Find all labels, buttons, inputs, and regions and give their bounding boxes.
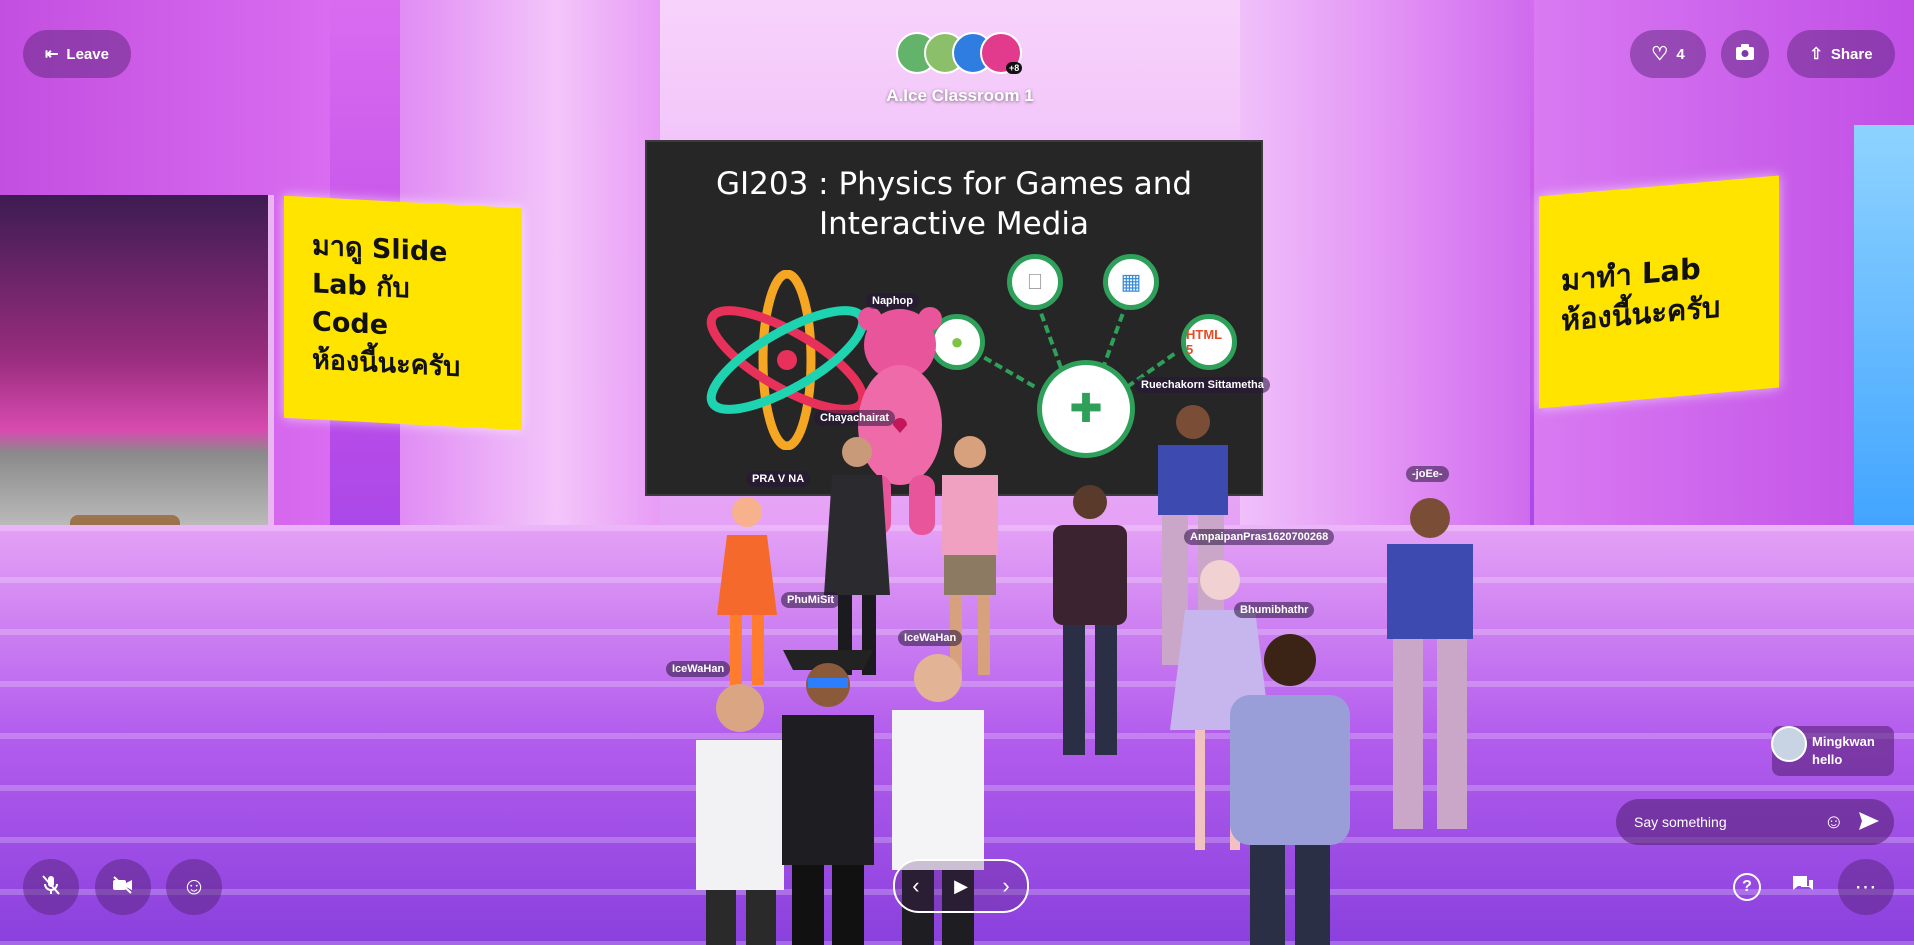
slide-title-line-2: Interactive Media (819, 206, 1089, 242)
chevron-right-icon[interactable]: › (1002, 873, 1009, 899)
media-controls[interactable]: ‹ ▶ › (893, 859, 1029, 913)
camera-icon (1735, 43, 1755, 65)
exit-icon: ⇤ (45, 46, 59, 63)
name-tag: IceWaHan (666, 661, 731, 677)
more-dots-icon: ⋯ (1854, 874, 1878, 899)
chat-message: Mingkwan hello (1771, 726, 1894, 776)
chat-bubbles-icon (1791, 874, 1815, 901)
yellow-sign-right: มาทำ Lab ห้องนี้นะครับ (1539, 175, 1779, 409)
pillar-right (1240, 0, 1530, 560)
slide-title: GI203 : Physics for Games and Interactiv… (647, 164, 1261, 244)
mic-mute-button[interactable] (23, 859, 79, 915)
like-button[interactable]: ♡ 4 (1630, 30, 1706, 78)
name-tag: Bhumibhathr (1234, 602, 1315, 618)
slide-title-line-1: GI203 : Physics for Games and (715, 166, 1193, 202)
camera-off-button[interactable] (95, 859, 151, 915)
avatar-blue-polo-right[interactable] (1375, 492, 1485, 837)
video-off-icon (112, 875, 134, 899)
avatar-holo-jacket[interactable] (1210, 630, 1370, 945)
name-tag: Naphop (866, 293, 919, 309)
smiley-icon: ☺ (181, 873, 207, 900)
name-tag: IceWaHan (898, 630, 963, 646)
help-icon: ? (1733, 873, 1761, 901)
chat-input-placeholder: Say something (1634, 814, 1727, 830)
avatar-black-hat[interactable] (768, 630, 888, 945)
html5-icon: HTML 5 (1181, 314, 1237, 370)
screenshot-button[interactable] (1721, 30, 1769, 78)
heart-icon: ♡ (1651, 43, 1669, 65)
name-tag: AmpaipanPras1620700268 (1184, 529, 1335, 545)
yellow-sign-left: มาดู Slide Lab กับ Code ห้องนี้นะครับ (284, 195, 522, 431)
leave-button[interactable]: ⇤ Leave (23, 30, 131, 78)
share-label: Share (1830, 45, 1873, 63)
emoji-icon[interactable]: ☺ (1824, 811, 1844, 834)
chat-toggle-button[interactable] (1775, 859, 1831, 915)
participant-avatars[interactable]: +8 (896, 32, 1026, 74)
name-tag: PhuMiSit (781, 592, 841, 608)
share-icon: ⇧ (1809, 46, 1823, 63)
emote-button[interactable]: ☺ (166, 859, 222, 915)
chat-text: hello (1812, 752, 1843, 767)
name-tag: PRA V NA (746, 471, 811, 487)
avatar-puffer-jacket[interactable] (1045, 480, 1135, 770)
apple-icon:  (1007, 254, 1063, 310)
room-title: A.Ice Classroom 1 (886, 86, 1034, 105)
name-tag: -joEe- (1406, 466, 1449, 482)
like-count: 4 (1676, 45, 1685, 63)
window-right (1854, 125, 1914, 545)
play-icon[interactable]: ▶ (954, 876, 968, 897)
connector-line (1100, 301, 1129, 371)
share-button[interactable]: ⇧ Share (1787, 30, 1895, 78)
connector-line (1035, 301, 1063, 369)
help-button[interactable]: ? (1719, 859, 1775, 915)
name-tag: Ruechakorn Sittametha (1135, 377, 1270, 393)
more-options-button[interactable]: ⋯ (1838, 859, 1894, 915)
send-icon[interactable] (1858, 811, 1880, 834)
leave-label: Leave (66, 45, 109, 63)
gamepad-icon: ✚ (1037, 360, 1135, 458)
chat-input[interactable]: Say something ☺ (1616, 799, 1894, 845)
windows-icon: ▦ (1103, 254, 1159, 310)
avatar (1771, 726, 1807, 762)
name-tag: Chayachairat (814, 410, 896, 426)
extra-count-badge: +8 (1006, 62, 1023, 74)
mic-off-icon (41, 874, 61, 901)
chevron-left-icon[interactable]: ‹ (912, 873, 919, 899)
chat-sender: Mingkwan (1812, 734, 1875, 749)
